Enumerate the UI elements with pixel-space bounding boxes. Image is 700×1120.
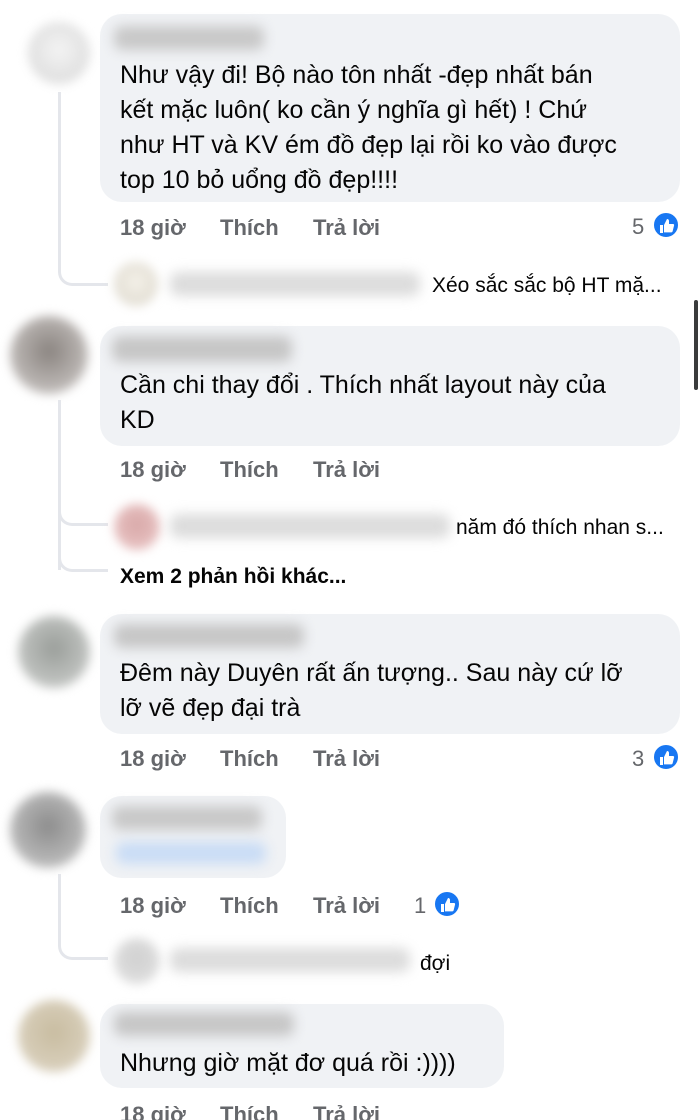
like-button[interactable]: Thích [220, 1102, 279, 1120]
comment-bubble: Như vậy đi! Bộ nào tôn nhất -đẹp nhất bá… [100, 14, 680, 202]
author-name-blurred[interactable] [114, 26, 264, 50]
author-name-blurred[interactable] [114, 1012, 294, 1036]
like-button[interactable]: Thích [220, 215, 279, 241]
comment-text: Nhưng giờ mặt đơ quá rồi :)))) [120, 1049, 456, 1077]
reply-avatar[interactable] [114, 938, 160, 984]
avatar[interactable] [10, 316, 88, 394]
like-count[interactable]: 1 [414, 893, 426, 919]
author-name-blurred[interactable] [112, 806, 262, 830]
comment-text: Đêm này Duyên rất ấn tượng.. Sau này cứ … [120, 659, 623, 722]
thread-line [58, 874, 61, 934]
like-button[interactable]: Thích [220, 893, 279, 919]
comment-text: Cần chi thay đổi . Thích nhất layout này… [120, 371, 606, 434]
comment-bubble: Cần chi thay đổi . Thích nhất layout này… [100, 326, 680, 446]
timestamp[interactable]: 18 giờ [120, 457, 186, 483]
comment-text-blurred [116, 842, 266, 864]
reply-author-blurred[interactable] [170, 514, 450, 538]
timestamp[interactable]: 18 giờ [120, 1102, 186, 1120]
reply-avatar[interactable] [114, 504, 160, 550]
author-name-blurred[interactable] [112, 336, 292, 362]
comment-actions: 18 giờ Thích Trả lời [120, 1102, 680, 1120]
reply-preview[interactable]: năm đó thích nhan s... [456, 516, 664, 540]
thread-connector [58, 930, 108, 960]
comment-actions: 18 giờ Thích Trả lời [120, 457, 680, 487]
view-more-replies-link[interactable]: Xem 2 phản hồi khác... [120, 565, 346, 589]
reply-avatar[interactable] [114, 262, 158, 306]
thumbs-up-icon[interactable] [433, 890, 461, 918]
comment-bubble: Đêm này Duyên rất ấn tượng.. Sau này cứ … [100, 614, 680, 734]
avatar[interactable] [18, 1000, 90, 1072]
comment-bubble: Nhưng giờ mặt đơ quá rồi :)))) [100, 1004, 504, 1088]
thumbs-up-icon[interactable] [652, 211, 680, 239]
thread-line [58, 92, 61, 262]
avatar[interactable] [10, 792, 86, 868]
reply-button[interactable]: Trả lời [313, 893, 380, 919]
reply-button[interactable]: Trả lời [313, 746, 380, 772]
comment-actions: 18 giờ Thích Trả lời [120, 746, 680, 776]
thread-connector [58, 540, 108, 572]
timestamp[interactable]: 18 giờ [120, 215, 186, 241]
scrollbar[interactable] [694, 300, 698, 390]
comment-actions: 18 giờ Thích Trả lời [120, 893, 680, 923]
reply-button[interactable]: Trả lời [313, 215, 380, 241]
reply-preview[interactable]: đợi [420, 952, 450, 976]
like-button[interactable]: Thích [220, 457, 279, 483]
thread-connector [58, 250, 108, 286]
avatar[interactable] [28, 22, 90, 84]
like-count[interactable]: 3 [632, 746, 644, 772]
reply-author-blurred[interactable] [170, 948, 410, 972]
like-button[interactable]: Thích [220, 746, 279, 772]
thread-connector [58, 490, 108, 526]
comment-bubble [100, 796, 286, 878]
reply-preview[interactable]: Xéo sắc sắc bộ HT mặ... [432, 274, 662, 298]
comment-actions: 18 giờ Thích Trả lời [120, 215, 680, 245]
timestamp[interactable]: 18 giờ [120, 893, 186, 919]
timestamp[interactable]: 18 giờ [120, 746, 186, 772]
avatar[interactable] [18, 616, 90, 688]
reply-button[interactable]: Trả lời [313, 457, 380, 483]
comment-text: Như vậy đi! Bộ nào tôn nhất -đẹp nhất bá… [120, 61, 617, 194]
like-count[interactable]: 5 [632, 214, 644, 240]
thumbs-up-icon[interactable] [652, 743, 680, 771]
author-name-blurred[interactable] [114, 624, 304, 648]
reply-author-blurred[interactable] [170, 272, 420, 296]
reply-button[interactable]: Trả lời [313, 1102, 380, 1120]
